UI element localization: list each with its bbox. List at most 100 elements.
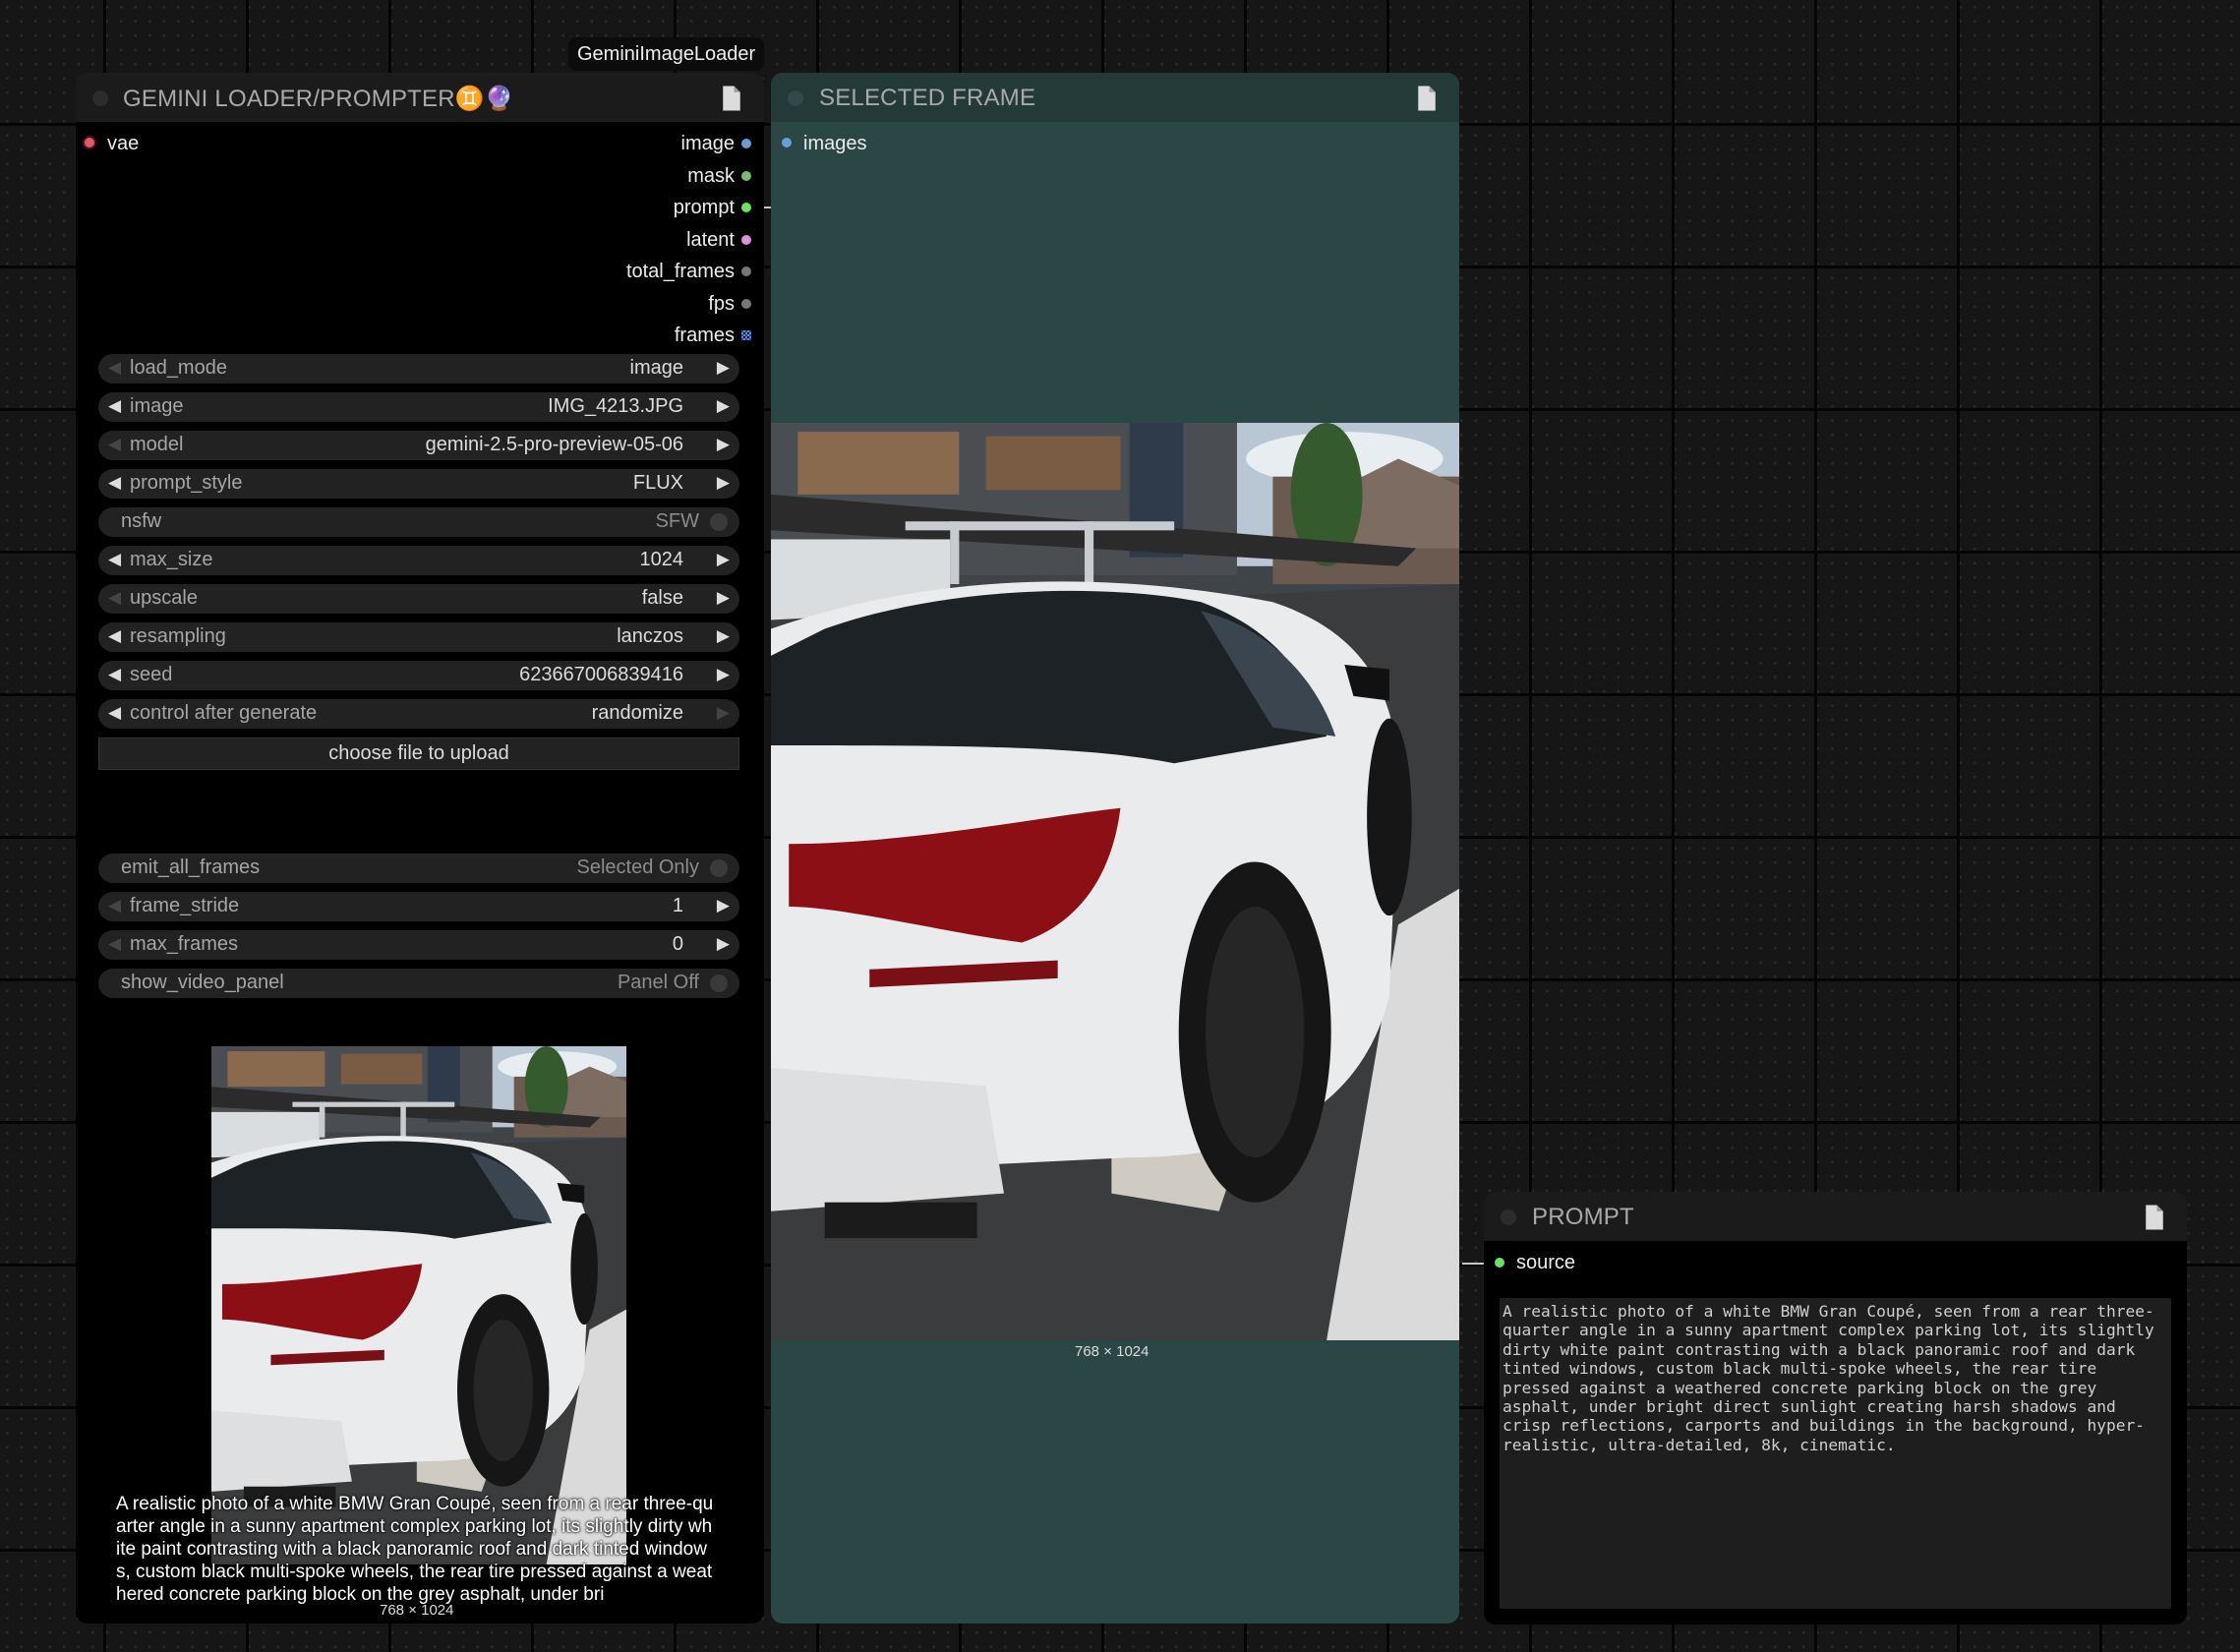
widget-load-mode[interactable]: ◀ load_mode image ▶ — [98, 354, 739, 384]
increment-arrow-icon[interactable]: ▶ — [717, 396, 730, 416]
widget-value: lanczos — [617, 625, 683, 647]
increment-arrow-icon[interactable]: ▶ — [717, 703, 730, 723]
widget-resampling[interactable]: ◀ resampling lanczos ▶ — [98, 622, 739, 652]
input-slot-images-dot[interactable] — [782, 138, 792, 148]
decrement-arrow-icon[interactable]: ◀ — [108, 588, 121, 608]
widget-label: image — [130, 395, 184, 417]
widget-value: Selected Only — [576, 856, 699, 878]
widget-frame-stride[interactable]: ◀ frame_stride 1 ▶ — [98, 892, 739, 921]
widget-nsfw[interactable]: nsfw SFW — [98, 507, 739, 537]
output-slot-prompt-dot[interactable] — [741, 203, 751, 212]
output-slot-fps: fps — [708, 292, 735, 315]
toggle-knob[interactable] — [710, 859, 728, 877]
widget-value: 1 — [672, 895, 683, 916]
input-slot-images: images — [803, 133, 867, 154]
toggle-knob[interactable] — [710, 974, 728, 992]
decrement-arrow-icon[interactable]: ◀ — [108, 550, 121, 569]
increment-arrow-icon[interactable]: ▶ — [717, 358, 730, 378]
output-slot-frames-dot[interactable] — [741, 330, 751, 340]
node-title: GEMINI LOADER/PROMPTER♊🔮 — [123, 86, 514, 112]
widget-label: model — [130, 434, 184, 455]
increment-arrow-icon[interactable]: ▶ — [717, 550, 730, 569]
output-slot-mask: mask — [687, 164, 735, 187]
widget-label: show_video_panel — [121, 972, 284, 993]
widget-prompt-style[interactable]: ◀ prompt_style FLUX ▶ — [98, 469, 739, 499]
node-header[interactable]: GEMINI LOADER/PROMPTER♊🔮 — [76, 73, 764, 122]
decrement-arrow-icon[interactable]: ◀ — [108, 435, 121, 454]
widget-value: SFW — [655, 510, 699, 532]
output-slot-latent-dot[interactable] — [741, 234, 751, 245]
prompt-text-display[interactable]: A realistic photo of a white BMW Gran Co… — [1500, 1298, 2171, 1609]
widget-label: load_mode — [130, 357, 227, 379]
output-slot-latent: latent — [686, 228, 735, 251]
output-slot-image: image — [680, 133, 735, 154]
decrement-arrow-icon[interactable]: ◀ — [108, 934, 121, 954]
output-slot-prompt: prompt — [673, 197, 735, 218]
widget-value: randomize — [591, 702, 683, 724]
widget-label: control after generate — [130, 702, 318, 724]
widget-show-video-panel[interactable]: show_video_panel Panel Off — [98, 969, 739, 998]
widget-seed[interactable]: ◀ seed 623667006839416 ▶ — [98, 661, 739, 690]
decrement-arrow-icon[interactable]: ◀ — [108, 473, 121, 493]
collapse-toggle[interactable] — [92, 90, 108, 106]
toggle-knob[interactable] — [710, 513, 728, 531]
increment-arrow-icon[interactable]: ▶ — [717, 435, 730, 454]
widget-max-size[interactable]: ◀ max_size 1024 ▶ — [98, 546, 739, 575]
output-slot-fps-dot[interactable] — [741, 298, 751, 309]
widget-label: max_frames — [130, 933, 239, 955]
widget-value: 1024 — [639, 549, 684, 570]
input-slot-vae: vae — [107, 133, 140, 154]
increment-arrow-icon[interactable]: ▶ — [717, 934, 730, 954]
node-type-badge: GeminiImageLoader — [568, 37, 765, 71]
output-slot-total-frames: total_frames — [625, 261, 735, 282]
widget-value: FLUX — [632, 472, 683, 494]
output-slot-mask-dot[interactable] — [741, 170, 751, 181]
widget-emit-all-frames[interactable]: emit_all_frames Selected Only — [98, 854, 739, 883]
document-icon[interactable] — [2140, 1203, 2169, 1232]
output-slot-total-frames-dot[interactable] — [741, 266, 751, 276]
decrement-arrow-icon[interactable]: ◀ — [108, 396, 121, 416]
upload-button[interactable]: choose file to upload — [98, 738, 739, 770]
collapse-toggle[interactable] — [788, 90, 803, 106]
increment-arrow-icon[interactable]: ▶ — [717, 473, 730, 493]
output-slot-frames: frames — [674, 324, 735, 346]
increment-arrow-icon[interactable]: ▶ — [717, 896, 730, 915]
input-slot-source-dot[interactable] — [1495, 1258, 1504, 1268]
frame-size-caption: 768 × 1024 — [1075, 1343, 1149, 1360]
collapse-toggle[interactable] — [1501, 1210, 1516, 1225]
increment-arrow-icon[interactable]: ▶ — [717, 665, 730, 684]
decrement-arrow-icon[interactable]: ◀ — [108, 358, 121, 378]
widget-control-after-generate[interactable]: ◀ control after generate randomize ▶ — [98, 699, 739, 729]
document-icon[interactable] — [1412, 84, 1442, 113]
input-slot-source: source — [1516, 1252, 1576, 1273]
preview-size-caption: 768 × 1024 — [380, 1602, 454, 1619]
selected-frame-node[interactable]: SELECTED FRAME images 768 × 1024 — [771, 73, 1459, 1623]
selected-frame-image — [771, 423, 1459, 1340]
decrement-arrow-icon[interactable]: ◀ — [108, 665, 121, 684]
node-header[interactable]: PROMPT — [1484, 1192, 2187, 1241]
widget-image[interactable]: ◀ image IMG_4213.JPG ▶ — [98, 392, 739, 422]
widget-model[interactable]: ◀ model gemini-2.5-pro-preview-05-06 ▶ — [98, 431, 739, 460]
widget-value: IMG_4213.JPG — [548, 395, 683, 417]
preview-image — [211, 1046, 626, 1564]
gemini-loader-node[interactable]: GEMINI LOADER/PROMPTER♊🔮 vae image mask pr… — [76, 73, 764, 1623]
decrement-arrow-icon[interactable]: ◀ — [108, 703, 121, 723]
document-icon[interactable] — [717, 84, 746, 113]
node-header[interactable]: SELECTED FRAME — [771, 73, 1459, 122]
preview-prompt-text: A realistic photo of a white BMW Gran Co… — [116, 1494, 714, 1605]
output-slot-image-dot[interactable] — [741, 139, 751, 148]
decrement-arrow-icon[interactable]: ◀ — [108, 896, 121, 915]
widget-label: resampling — [130, 625, 226, 647]
increment-arrow-icon[interactable]: ▶ — [717, 626, 730, 646]
widget-value: 0 — [672, 933, 683, 955]
widget-label: upscale — [130, 587, 198, 609]
increment-arrow-icon[interactable]: ▶ — [717, 588, 730, 608]
prompt-node[interactable]: PROMPT source A realistic photo of a whi… — [1484, 1192, 2187, 1624]
decrement-arrow-icon[interactable]: ◀ — [108, 626, 121, 646]
node-title: PROMPT — [1532, 1204, 1634, 1230]
widget-upscale[interactable]: ◀ upscale false ▶ — [98, 584, 739, 614]
widget-max-frames[interactable]: ◀ max_frames 0 ▶ — [98, 930, 739, 960]
widget-value: Panel Off — [617, 972, 699, 993]
widget-label: prompt_style — [130, 472, 243, 494]
input-slot-vae-dot[interactable] — [85, 138, 94, 148]
